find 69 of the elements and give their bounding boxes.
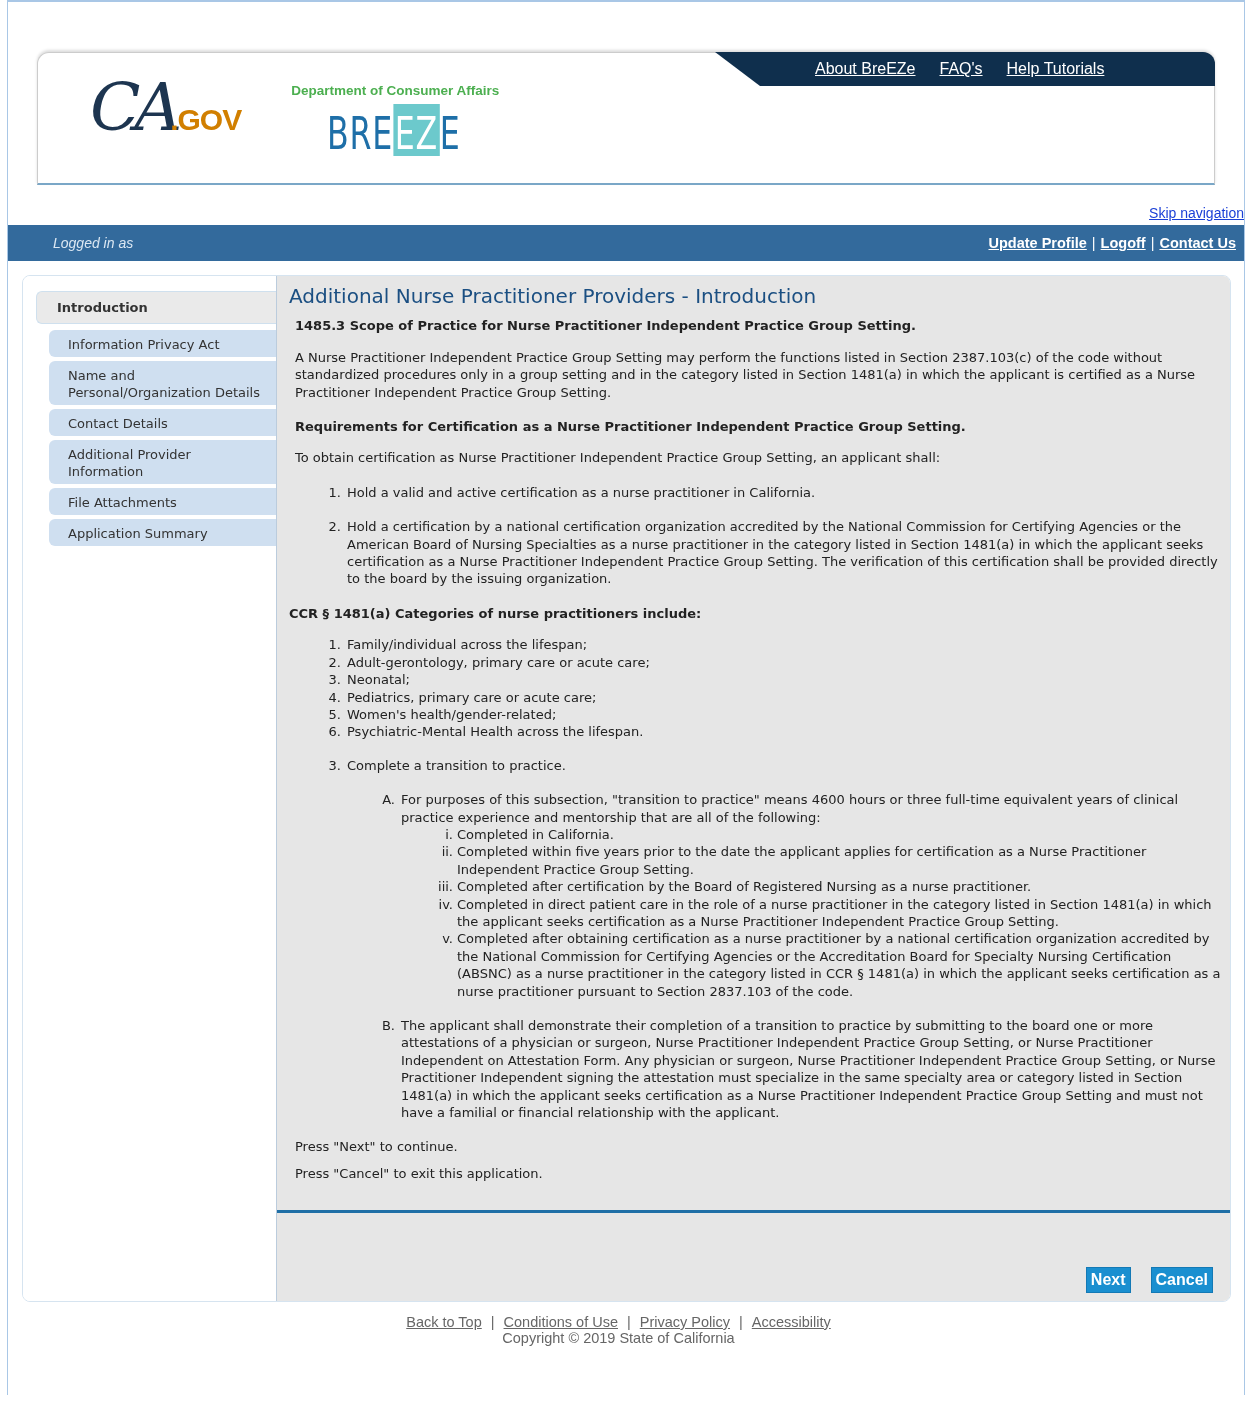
list-marker: 6. — [327, 723, 342, 741]
list-text: The applicant shall demonstrate their completion of a transition to practice by submitting to the board one or more attestations of a physician or surgeon, Nurse Practitioner Independent Practice Group Setting, or Nurse Practitioner Independent on Attestation Form. Any physician or surgeon, Nurse Practitioner Independent Practice Group Setting, or Nurse Practitioner Independent signing the attestation must specialize in the same specialty area or category listed in Section 1481(a) in which the applicant seeks certification as a Nurse Practitioner Independent Practice Group Setting and must not have a familial or financial relationship with the applicant. — [401, 1017, 1217, 1122]
footer-link[interactable]: Conditions of Use — [503, 1314, 618, 1330]
list-marker: 2. — [327, 653, 342, 672]
sidebar-item[interactable]: Application Summary — [49, 519, 276, 546]
list-text: Adult-gerontology, primary care or acute care; — [347, 653, 650, 672]
skip-navigation-link[interactable]: Skip navigation — [1149, 205, 1244, 221]
account-link[interactable]: Update Profile — [988, 235, 1087, 251]
list-text: For purposes of this subsection, "transition to practice" means 4600 hours or three full-time equivalent years of clinical practice experience and mentorship that are all of the following: — [401, 791, 1180, 826]
list-text: Family/individual across the lifespan; — [347, 636, 588, 654]
list-text: Completed after certification by the Board of Registered Nursing as a nurse practitioner. — [457, 878, 1032, 896]
paragraph: To obtain certification as Nurse Practitioner Independent Practice Group Setting, an applicant shall: — [295, 449, 942, 467]
list-text: Pediatrics, primary care or acute care; — [347, 688, 597, 706]
section-heading: CCR § 1481(a) Categories of nurse practitioners include: — [289, 604, 703, 623]
list-marker: A. — [381, 791, 396, 810]
footer-link[interactable]: Accessibility — [751, 1314, 831, 1330]
list-text: Neonatal; — [347, 671, 410, 689]
separator: | — [1150, 235, 1155, 251]
list-text: Completed in California. — [457, 825, 614, 844]
list-text: Hold a valid and active certification as a nurse practitioner in California. — [347, 483, 816, 502]
list-marker: 2. — [327, 518, 342, 537]
list-text: Completed in direct patient care in the role of a nurse practitioner in the category listed in Section 1481(a) in which the applicant seeks certification as a Nurse Practitioner Independent Practice Group Setting. — [457, 895, 1213, 931]
action-button[interactable]: Next — [1085, 1267, 1131, 1293]
separator: | — [1091, 235, 1096, 251]
list-marker: 1. — [327, 483, 342, 502]
sidebar-item[interactable]: Contact Details — [49, 409, 276, 436]
list-text: Hold a certification by a national certification organization accredited by the National Commission for Certifying Agencies or the American Board of Nursing Specialties as a nurse practitioner in the category listed in Section 1481(a) in which the applicant seeks certification as a Nurse Practitioner Independent Practice Group Setting. The verification of this certification shall be provided directly to the board by the issuing organization. — [347, 518, 1219, 588]
section-heading: Requirements for Certification as a Nurse Practitioner Independent Practice Group Setting. — [295, 418, 967, 436]
sidebar-item[interactable]: Additional Provider Information — [49, 440, 276, 484]
list-marker: 4. — [327, 688, 342, 706]
sidebar-item[interactable]: File Attachments — [49, 488, 276, 515]
separator: | — [739, 1314, 743, 1330]
logged-in-label: Logged in as — [53, 235, 134, 251]
list-marker: 5. — [327, 705, 342, 724]
breeze-logo: BREEZE — [327, 104, 461, 156]
list-marker: 1. — [327, 636, 342, 654]
page-title: Additional Nurse Practitioner Providers - Introduction — [289, 288, 818, 306]
list-marker: 3. — [327, 756, 342, 775]
copyright-text: Copyright © 2019 State of California — [502, 1330, 735, 1346]
action-button[interactable]: Cancel — [1150, 1267, 1213, 1293]
section-heading: 1485.3 Scope of Practice for Nurse Practitioner Independent Practice Group Setting. — [295, 317, 917, 335]
instruction-text: Press "Next" to continue. — [295, 1138, 459, 1156]
list-text: Completed after obtaining certification as a nurse practitioner by a national certification organization accredited by the National Commission for Certifying Agencies or the Accreditation Board for Specialty Nursing Certification (ABSNC) as a nurse practitioner in the category listed in CCR § 1481(a) in which the applicant seeks certification as a nurse practitioner pursuant to Section 2837.103 of the code. — [457, 930, 1222, 1000]
sidebar-item[interactable]: Information Privacy Act — [49, 330, 276, 357]
footer-link[interactable]: Privacy Policy — [639, 1314, 730, 1330]
nav-link[interactable]: About BreEZe — [815, 60, 916, 78]
sidebar-item[interactable]: Introduction — [36, 291, 276, 324]
sidebar-item[interactable]: Name and Personal/Organization Details — [49, 361, 276, 405]
department-name: Department of Consumer Affairs — [291, 83, 500, 98]
instruction-text: Press "Cancel" to exit this application. — [295, 1164, 544, 1183]
list-text: Women's health/gender-related; — [347, 705, 557, 724]
list-marker: ii. — [440, 843, 454, 862]
nav-link[interactable]: Help Tutorials — [1006, 60, 1105, 78]
list-text: Completed within five years prior to the date the applicant applies for certification as a Nurse Practitioner Independent Practice Group Setting. — [457, 843, 1148, 879]
list-marker: iii. — [437, 878, 454, 896]
footer-link[interactable]: Back to Top — [406, 1314, 482, 1330]
paragraph: A Nurse Practitioner Independent Practice Group Setting may perform the functions listed in Section 2387.103(c) of the code without standardized procedures only in a group setting and in the category listed in Section 1481(a) in which the applicant is certified as a Nurse Practitioner Independent Practice Group Setting. — [295, 348, 1197, 402]
account-link[interactable]: Logoff — [1100, 235, 1146, 251]
list-marker: v. — [441, 930, 454, 949]
list-marker: i. — [444, 825, 454, 844]
separator: | — [490, 1314, 495, 1330]
list-text: Psychiatric-Mental Health across the lifespan. — [347, 723, 644, 741]
list-marker: 3. — [327, 671, 342, 689]
list-text: Complete a transition to practice. — [347, 756, 566, 775]
list-marker: B. — [380, 1017, 396, 1035]
nav-link[interactable]: FAQ's — [939, 60, 983, 78]
list-marker: iv. — [437, 895, 454, 914]
separator: | — [627, 1314, 631, 1330]
account-link[interactable]: Contact Us — [1159, 235, 1236, 251]
